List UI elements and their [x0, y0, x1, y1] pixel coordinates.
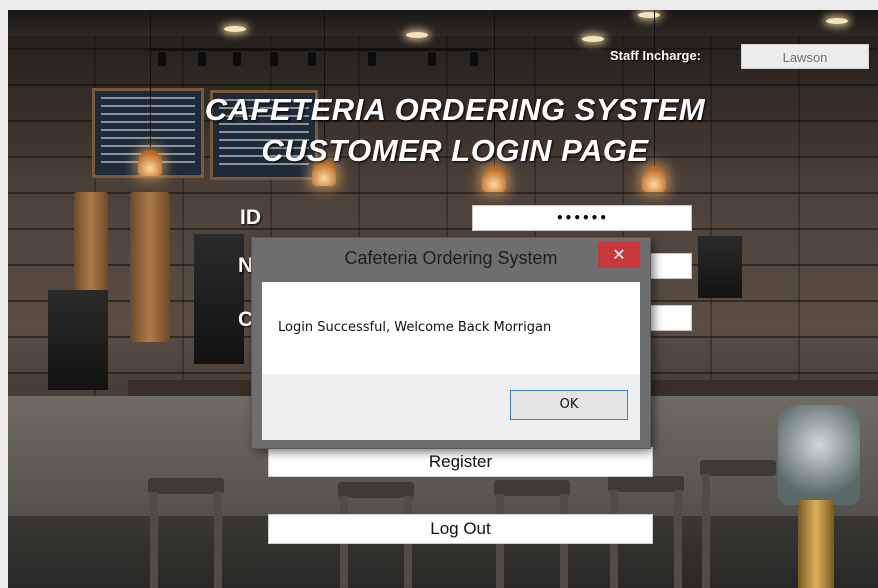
id-password-field[interactable]: •••••• [472, 205, 692, 231]
dialog-body: Login Successful, Welcome Back Morrigan … [262, 282, 640, 440]
register-button[interactable]: Register [268, 447, 653, 477]
message-dialog: Cafeteria Ordering System ✕ Login Succes… [252, 238, 650, 448]
bar-stool [338, 482, 414, 498]
stool-leg [150, 492, 158, 588]
stool-leg [214, 492, 222, 588]
light-rail [148, 48, 488, 51]
ceiling-light [224, 26, 246, 32]
appliance [698, 236, 742, 298]
pendant-light [482, 166, 506, 192]
spotlight [198, 52, 206, 66]
spotlight [368, 52, 376, 66]
pendant-cord [150, 10, 151, 150]
pendant-light [642, 166, 666, 192]
coffee-machine [130, 192, 170, 342]
ok-button[interactable]: OK [510, 390, 628, 420]
spotlight [233, 52, 241, 66]
app-title: CAFETERIA ORDERING SYSTEM [204, 92, 706, 127]
dialog-message: Login Successful, Welcome Back Morrigan [278, 320, 552, 335]
spotlight [428, 52, 436, 66]
bar-stool [148, 478, 224, 494]
bar-stool [608, 476, 684, 492]
page-subtitle: CUSTOMER LOGIN PAGE [261, 133, 649, 168]
ceiling-light [826, 18, 848, 24]
ceiling [8, 10, 878, 36]
dialog-title: Cafeteria Ordering System [344, 248, 558, 268]
bar-stool [700, 460, 776, 476]
bar-stool [494, 480, 570, 496]
ceiling-light [582, 36, 604, 42]
staff-incharge-field: Lawson [741, 44, 869, 69]
close-icon[interactable]: ✕ [598, 242, 640, 268]
spotlight [308, 52, 316, 66]
spotlight [158, 52, 166, 66]
lamp-base [798, 500, 834, 588]
spotlight [270, 52, 278, 66]
grinder [48, 290, 108, 390]
ceiling-light [406, 32, 428, 38]
stool-leg [674, 490, 682, 588]
espresso-machine [194, 234, 244, 364]
name-label-partial: N [238, 254, 254, 277]
spotlight [470, 52, 478, 66]
staff-incharge-label: Staff Incharge: [610, 48, 702, 63]
c-label-partial: C [238, 308, 254, 331]
logout-button[interactable]: Log Out [268, 514, 653, 544]
dialog-footer: OK [262, 374, 640, 440]
table-lamp [778, 405, 860, 505]
id-label: ID [240, 206, 261, 229]
stool-leg [702, 474, 710, 588]
ceiling-light [638, 12, 660, 18]
